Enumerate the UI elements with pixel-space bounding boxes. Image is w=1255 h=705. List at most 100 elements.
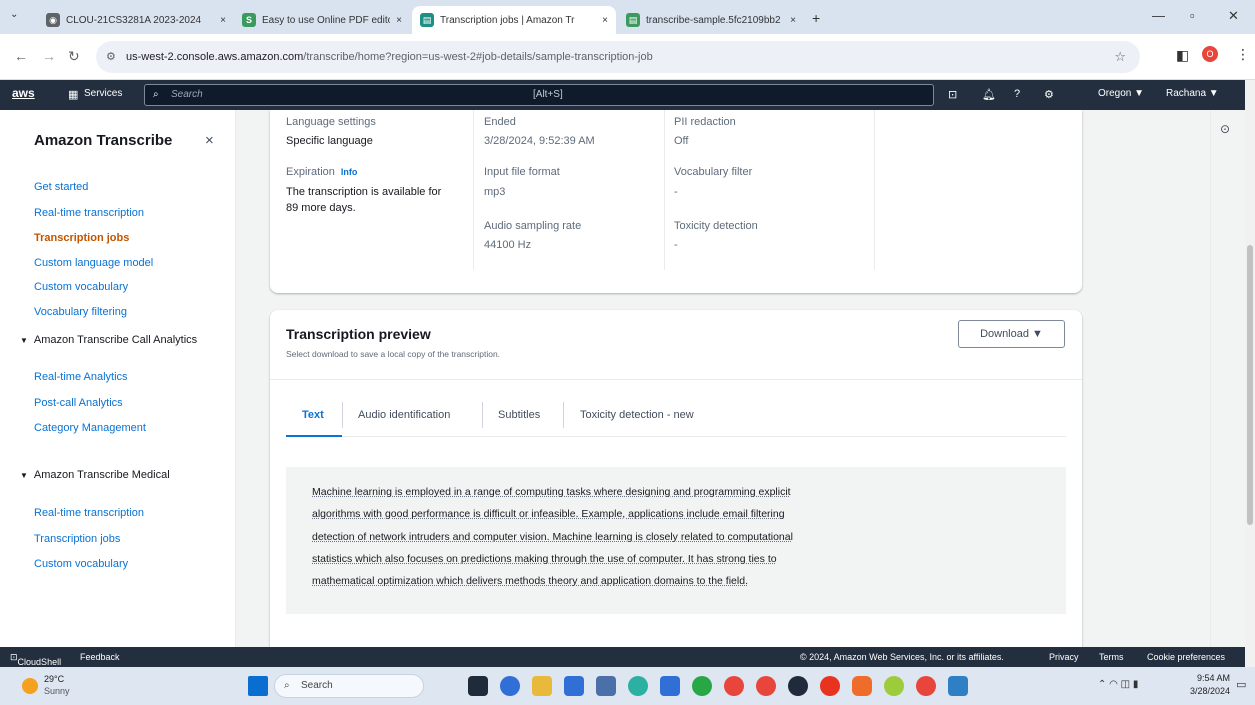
new-tab-button[interactable]: +	[812, 10, 820, 26]
sun-icon[interactable]	[22, 678, 38, 694]
browser-tab-1[interactable]: ◉ CLOU-21CS3281A 2023-2024 ×	[38, 6, 234, 34]
services-button[interactable]: Services	[84, 88, 122, 99]
browser-tab-bar: ⌄ ◉ CLOU-21CS3281A 2023-2024 × S Easy to…	[0, 0, 1255, 34]
sidebar-item-medical-real-time-transcription[interactable]: Real-time transcription	[34, 507, 144, 519]
sidebar-item-real-time-transcription[interactable]: Real-time transcription	[34, 207, 144, 219]
section-medical[interactable]: ▼ Amazon Transcribe Medical	[20, 469, 170, 481]
close-icon[interactable]: ×	[602, 15, 608, 26]
tab-audio-identification[interactable]: Audio identification	[358, 409, 450, 421]
terms-link[interactable]: Terms	[1099, 652, 1124, 662]
store-icon[interactable]	[564, 676, 584, 696]
chrome-icon[interactable]	[724, 676, 744, 696]
sidebar-item-get-started[interactable]: Get started	[34, 181, 88, 193]
teams-icon[interactable]	[500, 676, 520, 696]
sidebar-title[interactable]: Amazon Transcribe	[34, 132, 172, 149]
window-close-icon[interactable]: ✕	[1228, 8, 1239, 24]
site-settings-icon[interactable]: ⚙	[106, 50, 116, 63]
maximize-icon[interactable]: ▫	[1190, 8, 1195, 23]
close-sidebar-icon[interactable]: ×	[205, 132, 214, 149]
forward-icon[interactable]: →	[42, 48, 56, 64]
taskbar-search-input[interactable]: ⌕ Search	[274, 674, 424, 698]
media-app-icon[interactable]	[788, 676, 808, 696]
browser-tab-3[interactable]: ▤ Transcription jobs | Amazon Tr ×	[412, 6, 616, 34]
section-title: Amazon Transcribe Medical	[33, 469, 170, 481]
sidebar-item-medical-transcription-jobs[interactable]: Transcription jobs	[34, 533, 120, 545]
feedback-link[interactable]: Feedback	[80, 652, 120, 662]
search-icon: ⌕	[284, 680, 290, 691]
opera-icon[interactable]	[820, 676, 840, 696]
privacy-link[interactable]: Privacy	[1049, 652, 1079, 662]
back-icon[interactable]: ←	[14, 48, 28, 64]
close-icon[interactable]: ×	[220, 15, 226, 26]
tab-title: Easy to use Online PDF editor	[262, 14, 391, 26]
close-icon[interactable]: ×	[790, 15, 796, 26]
weather-status[interactable]: Sunny	[44, 686, 70, 696]
divider	[473, 110, 474, 270]
sidebar-item-custom-language-model[interactable]: Custom language model	[34, 257, 153, 269]
main-content: Language settings Specific language Expi…	[236, 110, 1245, 647]
whatsapp-icon[interactable]	[692, 676, 712, 696]
sidebar-item-vocabulary-filtering[interactable]: Vocabulary filtering	[34, 306, 127, 318]
tools-panel-divider	[1210, 110, 1211, 647]
cloudshell-icon[interactable]: ⊡	[948, 88, 957, 101]
extension-icon[interactable]: O	[1202, 46, 1218, 62]
region-selector[interactable]: Oregon ▼	[1098, 88, 1144, 99]
notifications-bell-icon[interactable]: 🔔︎	[982, 88, 996, 101]
tab-favicon-icon: S	[242, 13, 256, 27]
sidebar-item-category-management[interactable]: Category Management	[34, 422, 146, 434]
brave-icon[interactable]	[852, 676, 872, 696]
outlook-icon[interactable]	[660, 676, 680, 696]
edge-icon[interactable]	[628, 676, 648, 696]
vocabulary-filter-value: -	[674, 186, 678, 198]
services-grid-icon[interactable]: ▦	[68, 88, 78, 101]
account-menu[interactable]: Rachana ▼	[1166, 88, 1219, 99]
help-icon[interactable]: ?	[1014, 88, 1020, 100]
app-icon-2[interactable]	[884, 676, 904, 696]
cookie-preferences-link[interactable]: Cookie preferences	[1147, 652, 1225, 662]
sampling-rate-value: 44100 Hz	[484, 239, 532, 251]
minimize-icon[interactable]: —	[1152, 8, 1165, 23]
scrollbar-thumb[interactable]	[1247, 245, 1253, 525]
address-bar[interactable]: ⚙ us-west-2.console.aws.amazon.com/trans…	[96, 41, 1140, 73]
clock-time[interactable]: 9:54 AM	[1184, 673, 1230, 683]
reload-icon[interactable]: ↻	[68, 48, 80, 65]
section-call-analytics[interactable]: ▼ Amazon Transcribe Call Analytics	[20, 334, 197, 346]
info-link[interactable]: Info	[341, 167, 358, 177]
pii-redaction-value: Off	[674, 135, 689, 147]
tools-panel-icon[interactable]: ⊙	[1220, 122, 1230, 136]
app-icon[interactable]	[596, 676, 616, 696]
transcript-line: mathematical optimization which delivers…	[312, 575, 748, 587]
bookmark-star-icon[interactable]: ☆	[1114, 49, 1126, 65]
menu-icon[interactable]: ⋮	[1236, 46, 1250, 63]
clock-date[interactable]: 3/28/2024	[1184, 686, 1230, 696]
sidebar-item-medical-custom-vocabulary[interactable]: Custom vocabulary	[34, 558, 128, 570]
tab-search-icon[interactable]: ⌄	[10, 9, 18, 20]
console-footer: ⊡ CloudShell Feedback © 2024, Amazon Web…	[0, 647, 1245, 667]
tab-subtitles[interactable]: Subtitles	[498, 409, 540, 421]
settings-gear-icon[interactable]: ⚙	[1044, 88, 1054, 101]
browser-tab-2[interactable]: S Easy to use Online PDF editor ×	[234, 6, 410, 34]
weather-temp[interactable]: 29°C	[44, 674, 64, 684]
sidebar-item-custom-vocabulary[interactable]: Custom vocabulary	[34, 281, 128, 293]
browser-app-icon[interactable]	[756, 676, 776, 696]
app-icon-3[interactable]	[948, 676, 968, 696]
tab-text[interactable]: Text	[302, 409, 324, 421]
preview-title: Transcription preview	[286, 326, 431, 342]
browser-tab-4[interactable]: ▤ transcribe-sample.5fc2109bb2 ×	[618, 6, 804, 34]
windows-start-icon[interactable]	[248, 676, 268, 696]
tray-icons[interactable]: ⌃ ◠ ◫ ▮	[1098, 679, 1138, 690]
close-icon[interactable]: ×	[396, 15, 402, 26]
aws-logo[interactable]: aws	[12, 86, 35, 100]
tab-toxicity-detection[interactable]: Toxicity detection - new	[580, 409, 694, 421]
cloudshell-link[interactable]: ⊡ CloudShell	[10, 652, 61, 667]
sidebar-item-post-call-analytics[interactable]: Post-call Analytics	[34, 397, 123, 409]
sidebar-item-transcription-jobs[interactable]: Transcription jobs	[34, 232, 129, 244]
file-explorer-icon[interactable]	[532, 676, 552, 696]
sidebar-toggle-icon[interactable]: ◧	[1176, 47, 1189, 64]
download-button[interactable]: Download ▼	[958, 320, 1065, 348]
chrome-profile-icon[interactable]	[916, 676, 936, 696]
sidebar-item-real-time-analytics[interactable]: Real-time Analytics	[34, 371, 128, 383]
notification-icon[interactable]: ▭	[1236, 678, 1246, 691]
console-search-input[interactable]: ⌕ Search [Alt+S]	[144, 84, 934, 106]
task-view-icon[interactable]	[468, 676, 488, 696]
